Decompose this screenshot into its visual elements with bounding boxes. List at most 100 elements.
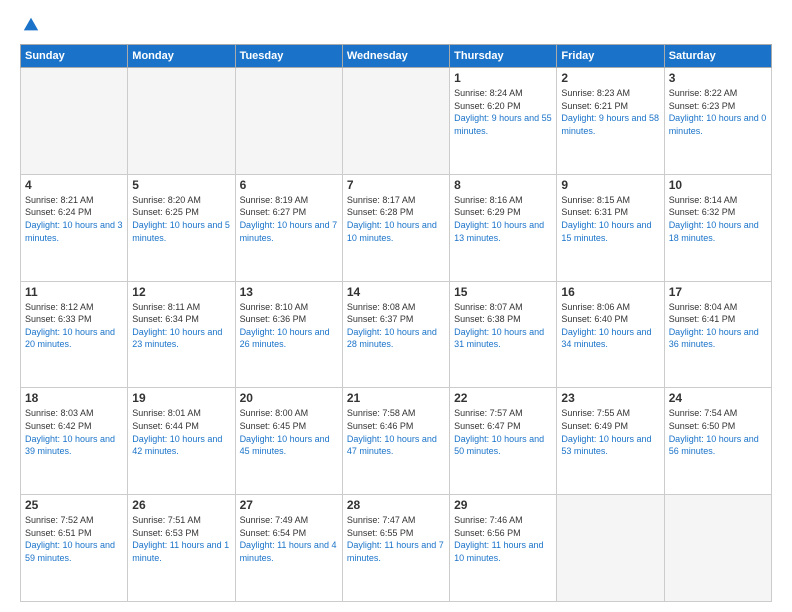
daylight-label: Daylight: 9 hours and 55 minutes. <box>454 113 552 136</box>
calendar-cell: 20 Sunrise: 8:00 AMSunset: 6:45 PMDayligh… <box>235 388 342 495</box>
day-number: 10 <box>669 178 767 192</box>
logo <box>20 16 40 34</box>
calendar-cell: 18Sunrise: 8:03 AMSunset: 6:42 PMDayligh… <box>21 388 128 495</box>
cell-info: Sunrise: 8:11 AMSunset: 6:34 PMDaylight:… <box>132 301 230 351</box>
calendar-cell: 6Sunrise: 8:19 AMSunset: 6:27 PMDaylight… <box>235 174 342 281</box>
cell-info: Sunrise: 8:08 AMSunset: 6:37 PMDaylight:… <box>347 301 445 351</box>
logo-icon <box>22 16 40 34</box>
daylight-label: Daylight: 10 hours and 26 minutes. <box>240 327 330 350</box>
calendar-cell: 24Sunrise: 7:54 AMSunset: 6:50 PMDayligh… <box>664 388 771 495</box>
day-number: 9 <box>561 178 659 192</box>
day-number: 14 <box>347 285 445 299</box>
week-row-1: 1Sunrise: 8:24 AMSunset: 6:20 PMDaylight… <box>21 68 772 175</box>
calendar-cell: 14 Sunrise: 8:08 AMSunset: 6:37 PMDayligh… <box>342 281 449 388</box>
calendar-cell: 26 Sunrise: 7:51 AMSunset: 6:53 PMDayligh… <box>128 495 235 602</box>
daylight-label: Daylight: 10 hours and 39 minutes. <box>25 434 115 457</box>
daylight-label: Daylight: 10 hours and 59 minutes. <box>25 540 115 563</box>
day-number: 23 <box>561 391 659 405</box>
daylight-label: Daylight: 10 hours and 15 minutes. <box>561 220 651 243</box>
daylight-label: Daylight: 10 hours and 13 minutes. <box>454 220 544 243</box>
weekday-friday: Friday <box>557 45 664 68</box>
calendar-cell <box>21 68 128 175</box>
calendar-cell <box>342 68 449 175</box>
calendar-cell: 25Sunrise: 7:52 AMSunset: 6:51 PMDayligh… <box>21 495 128 602</box>
day-number: 19 <box>132 391 230 405</box>
cell-info: Sunrise: 8:17 AMSunset: 6:28 PMDaylight:… <box>347 194 445 244</box>
day-number: 26 <box>132 498 230 512</box>
cell-info: Sunrise: 8:00 AMSunset: 6:45 PMDaylight:… <box>240 407 338 457</box>
day-number: 29 <box>454 498 552 512</box>
day-number: 17 <box>669 285 767 299</box>
cell-info: Sunrise: 8:14 AMSunset: 6:32 PMDaylight:… <box>669 194 767 244</box>
header <box>20 16 772 34</box>
daylight-label: Daylight: 10 hours and 45 minutes. <box>240 434 330 457</box>
logo-block <box>20 16 40 34</box>
daylight-label: Daylight: 10 hours and 3 minutes. <box>25 220 123 243</box>
cell-info: Sunrise: 7:54 AMSunset: 6:50 PMDaylight:… <box>669 407 767 457</box>
calendar-cell: 13Sunrise: 8:10 AMSunset: 6:36 PMDayligh… <box>235 281 342 388</box>
cell-info: Sunrise: 7:52 AMSunset: 6:51 PMDaylight:… <box>25 514 123 564</box>
cell-info: Sunrise: 8:21 AMSunset: 6:24 PMDaylight:… <box>25 194 123 244</box>
weekday-wednesday: Wednesday <box>342 45 449 68</box>
cell-info: Sunrise: 8:01 AMSunset: 6:44 PMDaylight:… <box>132 407 230 457</box>
cell-info: Sunrise: 8:23 AMSunset: 6:21 PMDaylight:… <box>561 87 659 137</box>
calendar-cell: 11 Sunrise: 8:12 AMSunset: 6:33 PMDayligh… <box>21 281 128 388</box>
daylight-label: Daylight: 11 hours and 10 minutes. <box>454 540 543 563</box>
cell-info: Sunrise: 8:04 AMSunset: 6:41 PMDaylight:… <box>669 301 767 351</box>
day-number: 22 <box>454 391 552 405</box>
cell-info: Sunrise: 7:49 AMSunset: 6:54 PMDaylight:… <box>240 514 338 564</box>
calendar-cell: 12 Sunrise: 8:11 AMSunset: 6:34 PMDayligh… <box>128 281 235 388</box>
weekday-header-row: SundayMondayTuesdayWednesdayThursdayFrid… <box>21 45 772 68</box>
calendar-cell: 8 Sunrise: 8:16 AMSunset: 6:29 PMDaylight… <box>450 174 557 281</box>
cell-info: Sunrise: 8:19 AMSunset: 6:27 PMDaylight:… <box>240 194 338 244</box>
cell-info: Sunrise: 7:57 AMSunset: 6:47 PMDaylight:… <box>454 407 552 457</box>
calendar-cell: 4Sunrise: 8:21 AMSunset: 6:24 PMDaylight… <box>21 174 128 281</box>
calendar-cell <box>664 495 771 602</box>
daylight-label: Daylight: 10 hours and 50 minutes. <box>454 434 544 457</box>
calendar-cell: 9 Sunrise: 8:15 AMSunset: 6:31 PMDaylight… <box>557 174 664 281</box>
cell-info: Sunrise: 8:15 AMSunset: 6:31 PMDaylight:… <box>561 194 659 244</box>
cell-info: Sunrise: 8:12 AMSunset: 6:33 PMDaylight:… <box>25 301 123 351</box>
day-number: 8 <box>454 178 552 192</box>
week-row-3: 11 Sunrise: 8:12 AMSunset: 6:33 PMDayligh… <box>21 281 772 388</box>
cell-info: Sunrise: 8:16 AMSunset: 6:29 PMDaylight:… <box>454 194 552 244</box>
daylight-label: Daylight: 10 hours and 18 minutes. <box>669 220 759 243</box>
day-number: 1 <box>454 71 552 85</box>
daylight-label: Daylight: 10 hours and 42 minutes. <box>132 434 222 457</box>
calendar-cell: 21Sunrise: 7:58 AMSunset: 6:46 PMDayligh… <box>342 388 449 495</box>
calendar-cell: 22 Sunrise: 7:57 AMSunset: 6:47 PMDayligh… <box>450 388 557 495</box>
calendar-table: SundayMondayTuesdayWednesdayThursdayFrid… <box>20 44 772 602</box>
calendar-cell: 28Sunrise: 7:47 AMSunset: 6:55 PMDayligh… <box>342 495 449 602</box>
day-number: 16 <box>561 285 659 299</box>
daylight-label: Daylight: 10 hours and 47 minutes. <box>347 434 437 457</box>
calendar-cell: 10 Sunrise: 8:14 AMSunset: 6:32 PMDayligh… <box>664 174 771 281</box>
cell-info: Sunrise: 7:55 AMSunset: 6:49 PMDaylight:… <box>561 407 659 457</box>
calendar-cell: 5Sunrise: 8:20 AMSunset: 6:25 PMDaylight… <box>128 174 235 281</box>
cell-info: Sunrise: 7:51 AMSunset: 6:53 PMDaylight:… <box>132 514 230 564</box>
daylight-label: Daylight: 11 hours and 4 minutes. <box>240 540 337 563</box>
daylight-label: Daylight: 10 hours and 20 minutes. <box>25 327 115 350</box>
daylight-label: Daylight: 9 hours and 58 minutes. <box>561 113 659 136</box>
week-row-5: 25Sunrise: 7:52 AMSunset: 6:51 PMDayligh… <box>21 495 772 602</box>
weekday-tuesday: Tuesday <box>235 45 342 68</box>
calendar-cell: 23 Sunrise: 7:55 AMSunset: 6:49 PMDayligh… <box>557 388 664 495</box>
daylight-label: Daylight: 10 hours and 10 minutes. <box>347 220 437 243</box>
day-number: 12 <box>132 285 230 299</box>
day-number: 18 <box>25 391 123 405</box>
calendar-cell <box>557 495 664 602</box>
calendar-cell <box>128 68 235 175</box>
cell-info: Sunrise: 8:22 AMSunset: 6:23 PMDaylight:… <box>669 87 767 137</box>
calendar-cell <box>235 68 342 175</box>
calendar-cell: 3Sunrise: 8:22 AMSunset: 6:23 PMDaylight… <box>664 68 771 175</box>
calendar-cell: 19 Sunrise: 8:01 AMSunset: 6:44 PMDayligh… <box>128 388 235 495</box>
cell-info: Sunrise: 8:10 AMSunset: 6:36 PMDaylight:… <box>240 301 338 351</box>
daylight-label: Daylight: 10 hours and 56 minutes. <box>669 434 759 457</box>
daylight-label: Daylight: 10 hours and 23 minutes. <box>132 327 222 350</box>
cell-info: Sunrise: 7:46 AMSunset: 6:56 PMDaylight:… <box>454 514 552 564</box>
day-number: 20 <box>240 391 338 405</box>
daylight-label: Daylight: 10 hours and 7 minutes. <box>240 220 338 243</box>
weekday-thursday: Thursday <box>450 45 557 68</box>
week-row-2: 4Sunrise: 8:21 AMSunset: 6:24 PMDaylight… <box>21 174 772 281</box>
cell-info: Sunrise: 8:07 AMSunset: 6:38 PMDaylight:… <box>454 301 552 351</box>
day-number: 11 <box>25 285 123 299</box>
